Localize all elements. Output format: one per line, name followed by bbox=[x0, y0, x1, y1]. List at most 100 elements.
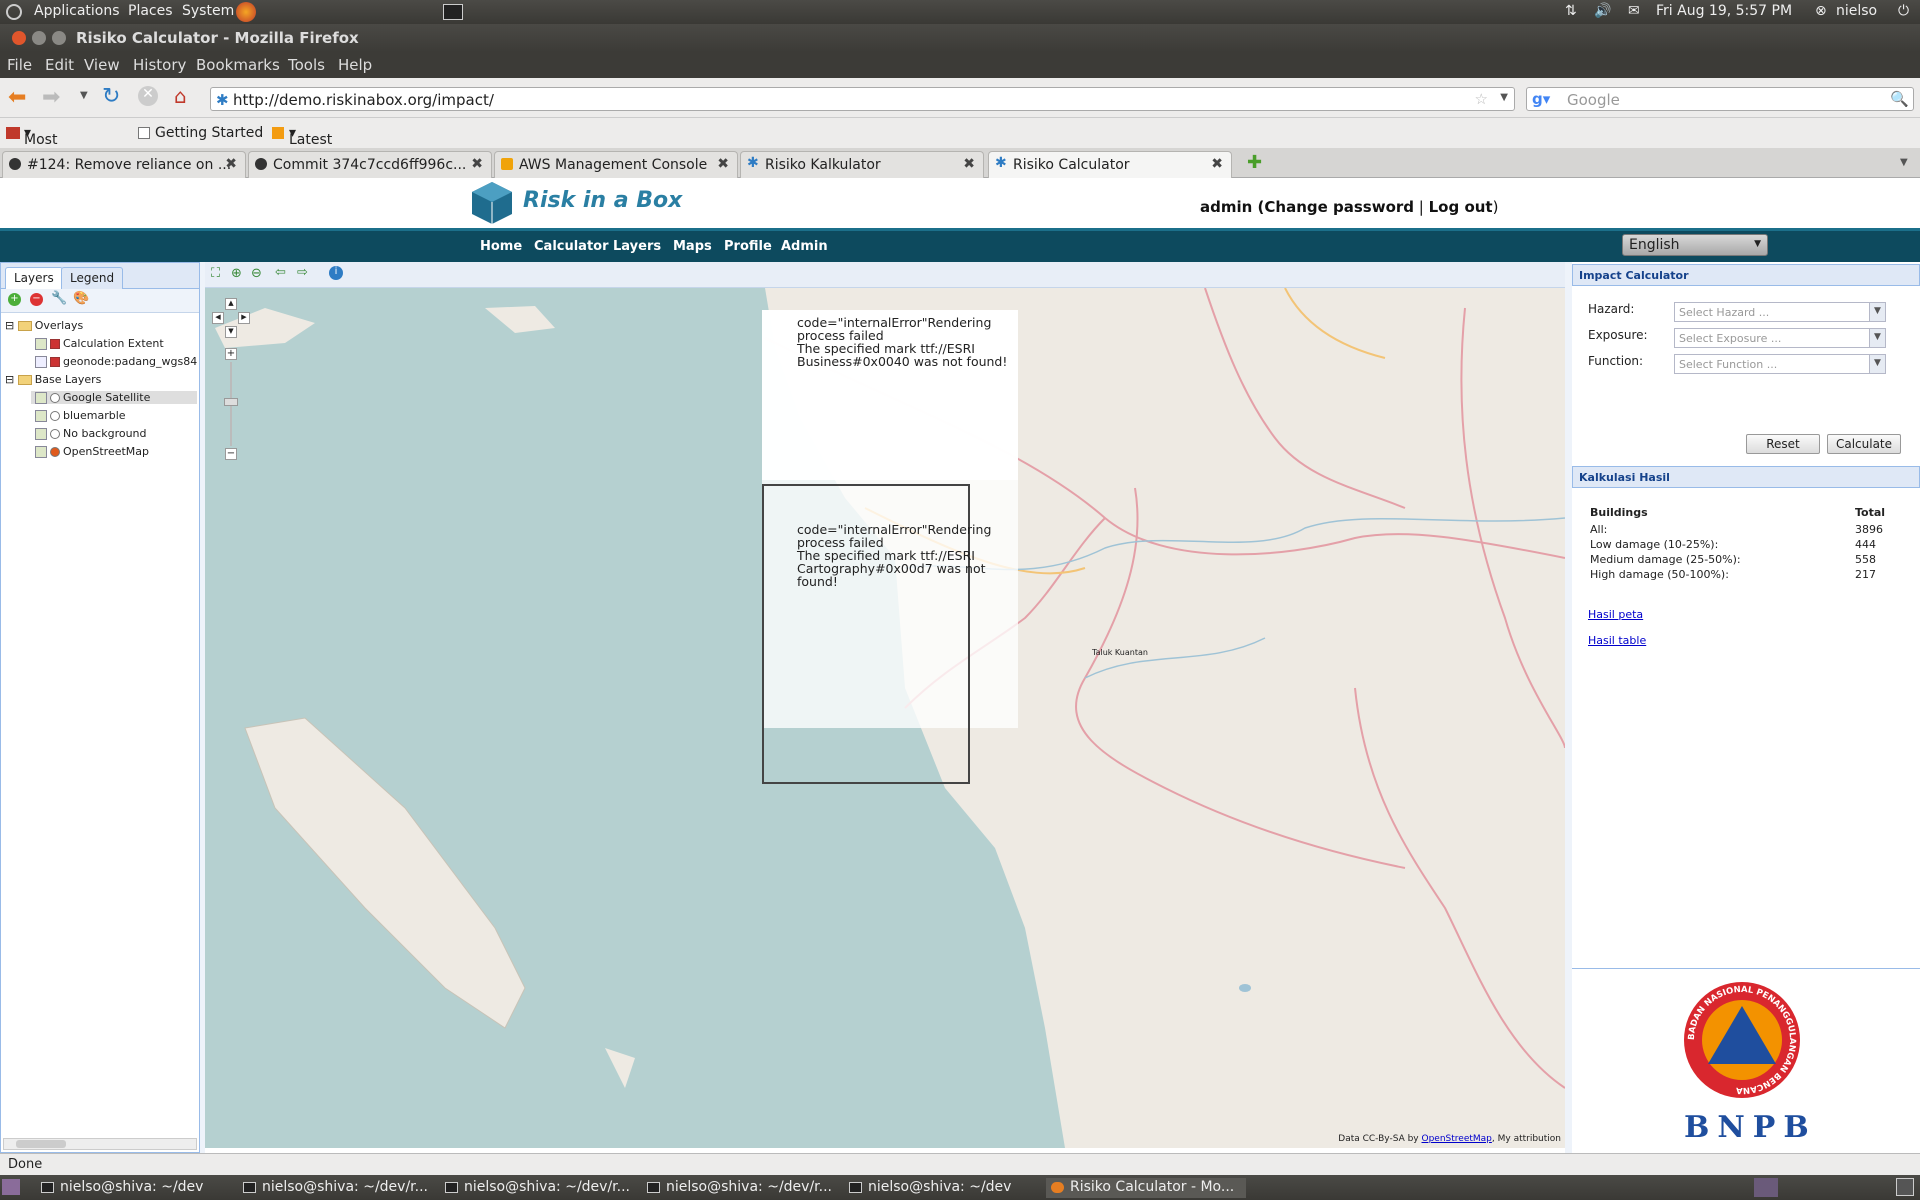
close-tab-icon[interactable]: ✖ bbox=[225, 156, 237, 172]
home-icon[interactable]: ⌂ bbox=[174, 84, 187, 108]
show-desktop-icon[interactable] bbox=[2, 1179, 20, 1195]
new-tab-icon[interactable]: ✚ bbox=[1247, 152, 1262, 173]
network-icon[interactable]: ⇅ bbox=[1565, 3, 1577, 19]
menu-tools[interactable]: Tools bbox=[288, 56, 325, 74]
google-search-engine-icon[interactable]: g▾ bbox=[1532, 90, 1550, 108]
layer-no-background[interactable]: No background bbox=[35, 427, 147, 440]
url-input[interactable]: ✱ http://demo.riskinabox.org/impact/ ☆ ▼ bbox=[210, 87, 1515, 111]
calculate-button[interactable]: Calculate bbox=[1827, 434, 1901, 454]
nav-maps[interactable]: Maps bbox=[673, 239, 712, 254]
terminal-launcher-icon[interactable] bbox=[443, 4, 463, 20]
maximize-window-icon[interactable] bbox=[52, 31, 66, 45]
left-splitter[interactable] bbox=[200, 262, 205, 1153]
pan-up-icon[interactable]: ▲ bbox=[225, 298, 237, 310]
user-status-icon[interactable]: ⊗ bbox=[1815, 3, 1827, 19]
pan-left-icon[interactable]: ◀ bbox=[212, 312, 224, 324]
tab-aws-console[interactable]: AWS Management Console ✖ bbox=[494, 151, 738, 178]
close-tab-icon[interactable]: ✖ bbox=[717, 156, 729, 172]
style-layer-icon[interactable]: 🎨 bbox=[73, 291, 89, 306]
nav-calculator[interactable]: Calculator bbox=[534, 239, 609, 254]
previous-extent-icon[interactable]: ⇦ bbox=[275, 265, 286, 280]
places-menu[interactable]: Places bbox=[128, 3, 173, 19]
zoom-slider-handle[interactable] bbox=[224, 398, 238, 406]
stop-icon[interactable]: ✕ bbox=[138, 86, 158, 106]
zoom-out-icon[interactable]: − bbox=[225, 448, 237, 460]
tab-layers[interactable]: Layers bbox=[5, 267, 63, 289]
workspace-switcher[interactable] bbox=[1754, 1178, 1778, 1197]
close-tab-icon[interactable]: ✖ bbox=[963, 156, 975, 172]
next-extent-icon[interactable]: ⇨ bbox=[297, 265, 308, 280]
nav-admin[interactable]: Admin bbox=[781, 239, 828, 254]
tab-list-icon[interactable]: ▼ bbox=[1900, 157, 1908, 168]
layer-bluemarble[interactable]: bluemarble bbox=[35, 409, 126, 422]
close-tab-icon[interactable]: ✖ bbox=[471, 156, 483, 172]
url-dropdown-icon[interactable]: ▼ bbox=[1500, 92, 1508, 103]
volume-icon[interactable]: 🔊 bbox=[1594, 3, 1611, 19]
forward-icon[interactable]: ➡ bbox=[42, 85, 60, 110]
right-splitter[interactable] bbox=[1565, 262, 1572, 1153]
task-terminal[interactable]: nielso@shiva: ~/dev/r... bbox=[440, 1178, 640, 1198]
task-terminal[interactable]: nielso@shiva: ~/dev/r... bbox=[642, 1178, 842, 1198]
bookmark-most-visited[interactable]: Most Visited ▾ bbox=[24, 125, 71, 164]
firefox-launcher-icon[interactable] bbox=[236, 2, 256, 22]
pan-down-icon[interactable]: ▼ bbox=[225, 326, 237, 338]
zoom-out-box-icon[interactable]: ⊖ bbox=[251, 266, 262, 281]
applications-menu[interactable]: Applications bbox=[34, 3, 120, 19]
zoom-extent-icon[interactable]: ⛶ bbox=[211, 266, 220, 281]
bookmark-star-icon[interactable]: ☆ bbox=[1475, 90, 1488, 108]
openstreetmap-link[interactable]: OpenStreetMap bbox=[1422, 1134, 1492, 1144]
mail-icon[interactable]: ✉ bbox=[1628, 3, 1640, 19]
layer-properties-icon[interactable]: 🔧 bbox=[51, 291, 67, 306]
trash-icon[interactable] bbox=[1896, 1178, 1914, 1196]
info-icon[interactable]: i bbox=[329, 266, 343, 280]
pan-right-icon[interactable]: ▶ bbox=[238, 312, 250, 324]
search-icon[interactable]: 🔍 bbox=[1890, 90, 1909, 108]
bookmark-latest-headlines[interactable]: Latest Headlines ▾ bbox=[289, 125, 358, 164]
search-input[interactable]: g▾ Google 🔍 bbox=[1526, 87, 1914, 111]
history-dropdown-icon[interactable]: ▼ bbox=[80, 90, 88, 101]
task-firefox[interactable]: Risiko Calculator - Mo... bbox=[1046, 1178, 1246, 1198]
zoom-in-icon[interactable]: + bbox=[225, 348, 237, 360]
menu-edit[interactable]: Edit bbox=[45, 56, 74, 74]
task-terminal[interactable]: nielso@shiva: ~/dev bbox=[844, 1178, 1044, 1198]
task-terminal[interactable]: nielso@shiva: ~/dev/r... bbox=[238, 1178, 438, 1198]
menu-view[interactable]: View bbox=[84, 56, 120, 74]
add-layer-icon[interactable]: + bbox=[8, 293, 21, 306]
risk-in-a-box-logo-icon[interactable] bbox=[470, 180, 514, 226]
map-viewport[interactable]: Taluk Kuantan ▲ ◀ ▶ ▼ + − code="internal… bbox=[205, 288, 1565, 1148]
task-terminal[interactable]: nielso@shiva: ~/dev bbox=[36, 1178, 236, 1198]
logout-link[interactable]: Log out bbox=[1429, 198, 1493, 216]
nav-profile[interactable]: Profile bbox=[724, 239, 772, 254]
menu-file[interactable]: File bbox=[7, 56, 32, 74]
horizontal-scrollbar[interactable] bbox=[3, 1138, 197, 1150]
menu-help[interactable]: Help bbox=[338, 56, 372, 74]
hasil-table-link[interactable]: Hasil table bbox=[1588, 634, 1646, 647]
power-icon[interactable]: ⏻ bbox=[1898, 3, 1909, 19]
menu-bookmarks[interactable]: Bookmarks bbox=[196, 56, 280, 74]
back-icon[interactable]: ⬅ bbox=[8, 85, 26, 110]
layer-geonode-padang[interactable]: geonode:padang_wgs84 X bbox=[35, 355, 208, 368]
exposure-select[interactable]: Select Exposure ... ▼ bbox=[1674, 328, 1886, 348]
function-select[interactable]: Select Function ... ▼ bbox=[1674, 354, 1886, 374]
tab-commit[interactable]: Commit 374c7ccd6ff996c... ✖ bbox=[248, 151, 492, 178]
bookmark-getting-started[interactable]: Getting Started bbox=[155, 125, 263, 141]
menu-history[interactable]: History bbox=[133, 56, 186, 74]
site-logo-text[interactable]: Risk in a Box bbox=[523, 188, 682, 213]
tab-issue-124[interactable]: #124: Remove reliance on ... ✖ bbox=[2, 151, 246, 178]
hazard-select[interactable]: Select Hazard ... ▼ bbox=[1674, 302, 1886, 322]
tree-base-layers[interactable]: ⊟ Base Layers bbox=[5, 373, 101, 386]
tab-risiko-calculator[interactable]: ✱ Risiko Calculator ✖ bbox=[988, 151, 1232, 178]
reload-icon[interactable]: ↻ bbox=[102, 84, 120, 109]
clock[interactable]: Fri Aug 19, 5:57 PM bbox=[1656, 3, 1792, 19]
minimize-window-icon[interactable] bbox=[32, 31, 46, 45]
nav-home[interactable]: Home bbox=[480, 239, 522, 254]
window-titlebar[interactable]: Risiko Calculator - Mozilla Firefox bbox=[0, 24, 1920, 52]
ubuntu-logo-icon[interactable] bbox=[6, 4, 22, 20]
layer-calculation-extent[interactable]: Calculation Extent bbox=[35, 337, 164, 350]
remove-layer-icon[interactable]: − bbox=[30, 293, 43, 306]
system-menu[interactable]: System bbox=[182, 3, 234, 19]
change-password-link[interactable]: Change password bbox=[1264, 198, 1414, 216]
language-select[interactable]: English ▼ bbox=[1622, 234, 1768, 256]
tree-overlays[interactable]: ⊟ Overlays bbox=[5, 319, 83, 332]
close-window-icon[interactable] bbox=[12, 31, 26, 45]
